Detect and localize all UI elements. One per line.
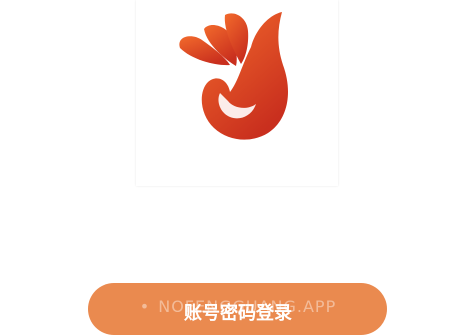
caption-text: NOFENGGUANG.APP xyxy=(158,297,337,316)
app-site-caption: • NOFENGGUANG.APP xyxy=(0,297,476,316)
app-logo-card xyxy=(136,0,338,186)
caption-dot: • xyxy=(139,297,151,316)
flame-bird-icon xyxy=(179,12,288,140)
